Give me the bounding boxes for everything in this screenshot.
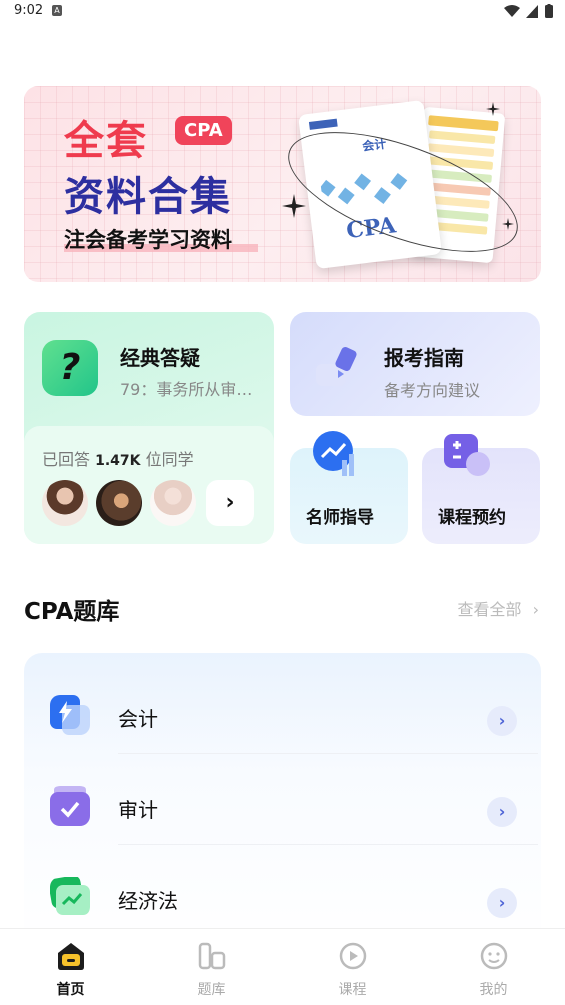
- chevron-right-icon[interactable]: ›: [487, 888, 517, 918]
- view-all-label: 查看全部: [457, 600, 522, 619]
- battery-icon: [545, 4, 553, 18]
- tab-label: 首页: [56, 982, 85, 998]
- tab-label: 我的: [479, 982, 508, 998]
- list-item[interactable]: 经济法 ›: [24, 845, 541, 935]
- list-item[interactable]: 审计 ›: [24, 754, 541, 844]
- avatar[interactable]: [150, 480, 196, 526]
- avatar[interactable]: [96, 480, 142, 526]
- check-folder-icon: [50, 786, 90, 826]
- tab-courses[interactable]: 课程: [282, 929, 423, 1005]
- course-booking-card[interactable]: 课程预约: [422, 434, 540, 544]
- answered-count: 1.47K: [95, 453, 141, 469]
- play-icon: [339, 942, 367, 970]
- tab-label: 题库: [197, 982, 226, 998]
- lightning-icon: [50, 695, 90, 735]
- status-bar: 9:02 A: [0, 0, 565, 24]
- status-icons: [504, 4, 553, 18]
- question-bank-list: 会计 › 审计 › 经济法 ›: [24, 653, 541, 953]
- notification-icon: A: [52, 5, 62, 16]
- exam-guide-card[interactable]: 报考指南 备考方向建议: [290, 312, 540, 416]
- banner-line1: 全套: [64, 118, 148, 164]
- list-item-label: 审计: [118, 798, 158, 822]
- profile-icon: [480, 942, 508, 970]
- guide-icon: [316, 346, 357, 386]
- chart-card-icon: [50, 877, 90, 915]
- chevron-right-icon[interactable]: ›: [487, 797, 517, 827]
- teacher-card-title: 名师指导: [306, 508, 374, 528]
- teacher-guidance-card[interactable]: 名师指导: [290, 431, 408, 544]
- list-item[interactable]: 会计 ›: [24, 663, 541, 753]
- more-answers-button[interactable]: ›: [206, 480, 254, 526]
- tab-home[interactable]: 首页: [0, 929, 141, 1005]
- chevron-right-icon[interactable]: ›: [487, 706, 517, 736]
- sparkle-icon: [282, 194, 306, 218]
- list-item-label: 会计: [118, 707, 158, 731]
- qa-card-title: 经典答疑: [120, 346, 200, 370]
- bottom-tab-bar: 首页 题库 课程 我的: [0, 928, 565, 1005]
- section-title: CPA题库: [24, 599, 120, 625]
- view-all-link[interactable]: 查看全部 ›: [457, 596, 539, 620]
- list-item-label: 经济法: [118, 889, 178, 913]
- guide-card-title: 报考指南: [384, 346, 464, 370]
- guide-card-subtitle: 备考方向建议: [384, 381, 481, 400]
- answered-prefix: 已回答: [42, 450, 91, 469]
- banner-line3: 注会备考学习资料: [64, 228, 232, 252]
- tab-profile[interactable]: 我的: [423, 929, 564, 1005]
- banner-cpa-badge: CPA: [175, 116, 232, 145]
- signal-icon: [526, 4, 538, 18]
- tab-label: 课程: [338, 982, 367, 998]
- promo-banner[interactable]: 全套 CPA 资料合集 注会备考学习资料 会计 CPA: [24, 86, 541, 282]
- tab-question-bank[interactable]: 题库: [141, 929, 282, 1005]
- answered-suffix: 位同学: [145, 450, 194, 469]
- wifi-icon: [504, 4, 520, 17]
- question-bank-icon: [198, 942, 226, 970]
- status-time: 9:02: [14, 3, 44, 18]
- home-icon: [58, 943, 84, 970]
- chevron-right-icon: ›: [532, 600, 539, 619]
- course-card-title: 课程预约: [438, 508, 506, 528]
- question-icon: ?: [42, 340, 98, 396]
- sparkle-icon-tiny: [502, 218, 514, 230]
- qa-card[interactable]: ? 经典答疑 79：事务所从审计... 已回答 1.47K 位同学 ›: [24, 312, 274, 544]
- calculator-icon: [444, 434, 490, 476]
- banner-line2: 资料合集: [64, 174, 232, 220]
- qa-card-subtitle: 79：事务所从审计...: [120, 380, 266, 399]
- qa-answered-panel: 已回答 1.47K 位同学 ›: [24, 426, 274, 544]
- sparkle-icon-small: [486, 102, 500, 116]
- answered-info: 已回答 1.47K 位同学: [42, 446, 194, 470]
- trend-chart-icon: [313, 431, 354, 476]
- avatar[interactable]: [42, 480, 88, 526]
